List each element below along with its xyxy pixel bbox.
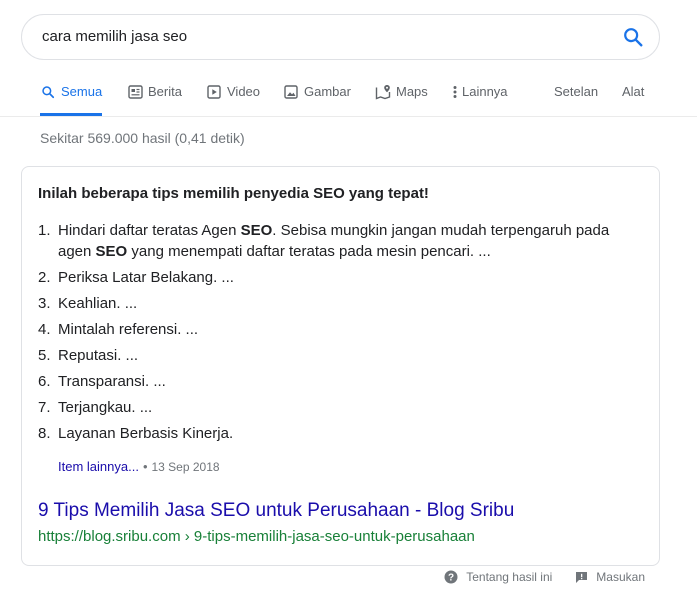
list-item: 5. Reputasi. ... <box>38 347 139 364</box>
more-items-row: Item lainnya... • 13 Sep 2018 <box>58 459 220 474</box>
tips-list: 1. Hindari daftar teratas Agen SEO. Sebis… <box>38 220 628 449</box>
svg-text:?: ? <box>448 573 454 584</box>
snippet-footer: ? Tentang hasil ini Masukan <box>444 570 645 584</box>
tab-label: Video <box>227 84 261 99</box>
more-vert-icon <box>451 84 459 100</box>
tab-label: Semua <box>61 84 103 99</box>
snippet-heading: Inilah beberapa tips memilih penyedia SE… <box>38 185 429 202</box>
separator: • <box>142 459 148 474</box>
help-icon: ? <box>444 570 458 584</box>
more-items-link[interactable]: Item lainnya... <box>58 459 139 474</box>
search-button[interactable] <box>621 25 645 49</box>
tab-maps[interactable]: Maps <box>375 84 428 116</box>
tab-label: Maps <box>396 84 428 99</box>
tab-label: Lainnya <box>462 84 508 99</box>
news-icon <box>127 84 143 100</box>
tab-label: Alat <box>622 84 645 99</box>
tab-lainnya[interactable]: Lainnya <box>451 84 508 116</box>
map-icon <box>375 84 391 100</box>
feedback-icon <box>574 570 588 584</box>
result-stats: Sekitar 569.000 hasil (0,41 detik) <box>40 130 245 146</box>
tab-label: Gambar <box>304 84 351 99</box>
tab-berita[interactable]: Berita <box>127 84 182 116</box>
snippet-date: 13 Sep 2018 <box>151 460 220 474</box>
about-result-button[interactable]: ? Tentang hasil ini <box>444 570 552 584</box>
tabs-divider <box>0 116 697 117</box>
tab-setelan[interactable]: Setelan <box>554 84 598 116</box>
list-item: 1. Hindari daftar teratas Agen SEO. Sebis… <box>38 222 610 260</box>
result-url: https://blog.sribu.com › 9-tips-memilih-… <box>38 528 475 545</box>
tab-video[interactable]: Video <box>206 84 260 116</box>
tab-semua[interactable]: Semua <box>40 84 103 116</box>
list-item: 4. Mintalah referensi. ... <box>38 321 199 338</box>
tab-gambar[interactable]: Gambar <box>283 84 351 116</box>
search-icon <box>40 84 56 100</box>
feedback-label: Masukan <box>596 570 645 584</box>
feedback-button[interactable]: Masukan <box>574 570 645 584</box>
list-item: 2. Periksa Latar Belakang. ... <box>38 269 234 286</box>
search-box[interactable]: cara memilih jasa seo <box>21 14 660 60</box>
search-icon <box>624 28 643 47</box>
featured-snippet: Inilah beberapa tips memilih penyedia SE… <box>21 166 660 566</box>
search-input[interactable]: cara memilih jasa seo <box>42 28 187 45</box>
tab-alat[interactable]: Alat <box>622 84 644 116</box>
about-result-label: Tentang hasil ini <box>466 570 553 584</box>
tab-label: Berita <box>148 84 182 99</box>
video-icon <box>206 84 222 100</box>
search-tabs: Semua Berita Video Gambar Maps Lainnya S… <box>30 84 697 116</box>
image-icon <box>283 84 299 100</box>
list-item: 3. Keahlian. ... <box>38 295 138 312</box>
result-title-link[interactable]: 9 Tips Memilih Jasa SEO untuk Perusahaan… <box>38 500 514 522</box>
list-item: 6. Transparansi. ... <box>38 373 166 390</box>
tab-label: Setelan <box>554 84 599 99</box>
list-item: 7. Terjangkau. ... <box>38 399 153 416</box>
list-item: 8. Layanan Berbasis Kinerja. <box>38 425 234 442</box>
